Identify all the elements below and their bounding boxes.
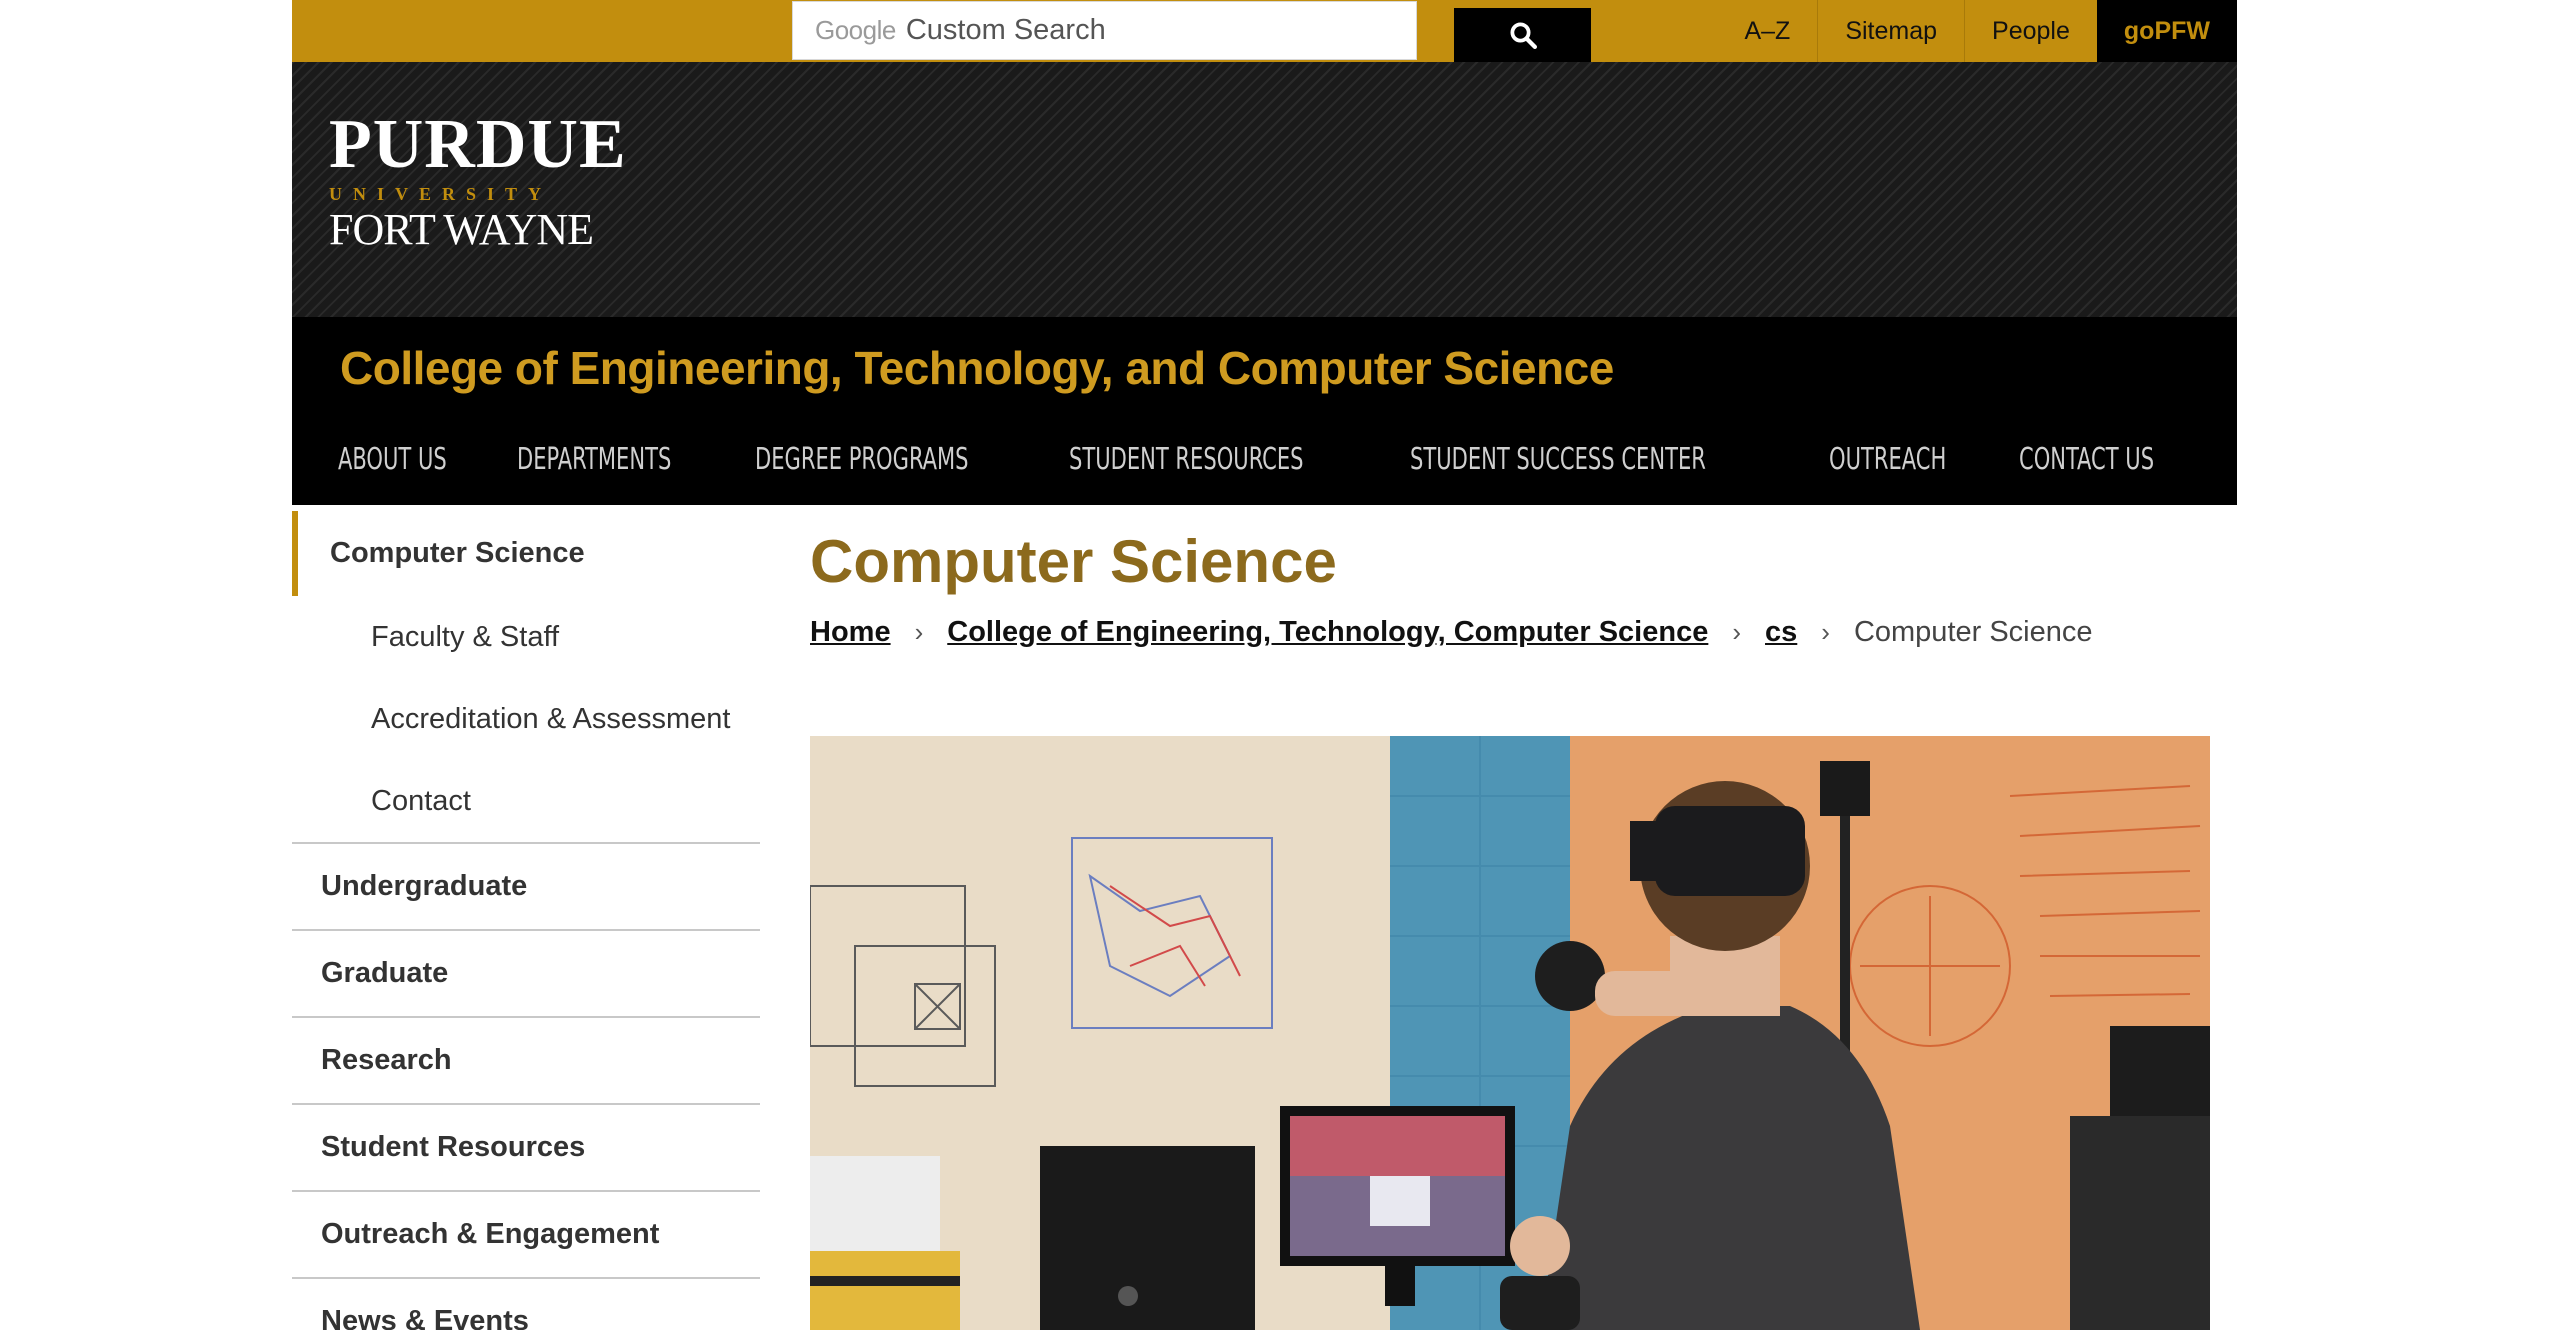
- logo-fort-wayne-text: FORT WAYNE: [329, 205, 594, 254]
- sidebar: Computer Science Faculty & Staff Accredi…: [292, 511, 760, 1330]
- breadcrumb: Home › College of Engineering, Technolog…: [810, 616, 2093, 649]
- chevron-right-icon: ›: [914, 617, 924, 647]
- nav-degree-programs[interactable]: DEGREE PROGRAMS: [755, 442, 969, 477]
- util-link-sitemap[interactable]: Sitemap: [1817, 0, 1964, 62]
- site-header: PURDUE UNIVERSITY FORT WAYNE: [292, 62, 2237, 317]
- sidebar-item-undergraduate[interactable]: Undergraduate: [292, 842, 760, 929]
- utility-bar: Google A–Z Sitemap People goPFW: [292, 0, 2237, 62]
- search-input[interactable]: [905, 14, 1386, 47]
- breadcrumb-home[interactable]: Home: [810, 616, 891, 649]
- search-icon: [1510, 22, 1537, 49]
- breadcrumb-current: Computer Science: [1853, 616, 2093, 648]
- sidebar-sub-contact[interactable]: Contact: [292, 760, 760, 842]
- sidebar-item-news-events[interactable]: News & Events: [292, 1277, 760, 1330]
- main-nav: ABOUT US DEPARTMENTS DEGREE PROGRAMS STU…: [338, 442, 2233, 477]
- chevron-right-icon: ›: [1821, 617, 1830, 647]
- pfw-logo[interactable]: PURDUE UNIVERSITY FORT WAYNE: [329, 110, 627, 256]
- sidebar-sub-accreditation[interactable]: Accreditation & Assessment: [292, 678, 760, 760]
- nav-about-us[interactable]: ABOUT US: [338, 442, 447, 477]
- google-brand-label: Google: [815, 15, 896, 45]
- util-link-a-z[interactable]: A–Z: [1717, 0, 1817, 62]
- hero-photo: [810, 736, 2210, 1330]
- college-title[interactable]: College of Engineering, Technology, and …: [340, 341, 1614, 395]
- page-title: Computer Science: [810, 528, 1337, 595]
- breadcrumb-cs[interactable]: cs: [1765, 616, 1797, 649]
- college-bar: College of Engineering, Technology, and …: [292, 317, 2237, 505]
- breadcrumb-college[interactable]: College of Engineering, Technology, Comp…: [947, 616, 1708, 649]
- sidebar-item-student-resources[interactable]: Student Resources: [292, 1103, 760, 1190]
- nav-student-success-center[interactable]: STUDENT SUCCESS CENTER: [1410, 442, 1706, 477]
- search-button[interactable]: [1454, 8, 1591, 62]
- sidebar-item-graduate[interactable]: Graduate: [292, 929, 760, 1016]
- chevron-right-icon: ›: [1732, 617, 1742, 647]
- sidebar-item-research[interactable]: Research: [292, 1016, 760, 1103]
- nav-student-resources[interactable]: STUDENT RESOURCES: [1069, 442, 1304, 477]
- util-link-gopfw[interactable]: goPFW: [2096, 0, 2237, 62]
- sidebar-item-computer-science[interactable]: Computer Science: [292, 511, 760, 596]
- search-box[interactable]: Google: [792, 1, 1417, 60]
- nav-outreach[interactable]: OUTREACH: [1829, 442, 1946, 477]
- nav-contact-us[interactable]: CONTACT US: [2019, 442, 2154, 477]
- utility-links: A–Z Sitemap People goPFW: [1717, 0, 2237, 62]
- util-link-people[interactable]: People: [1964, 0, 2097, 62]
- sidebar-sub-faculty-staff[interactable]: Faculty & Staff: [292, 596, 760, 678]
- hero-photo-illustration: [810, 736, 2210, 1330]
- logo-purdue-text: PURDUE: [329, 106, 627, 183]
- logo-university-text: UNIVERSITY: [329, 184, 553, 204]
- sidebar-item-outreach-engagement[interactable]: Outreach & Engagement: [292, 1190, 760, 1277]
- nav-departments[interactable]: DEPARTMENTS: [517, 442, 671, 477]
- page: Google A–Z Sitemap People goPFW PURDUE U…: [292, 0, 2237, 1330]
